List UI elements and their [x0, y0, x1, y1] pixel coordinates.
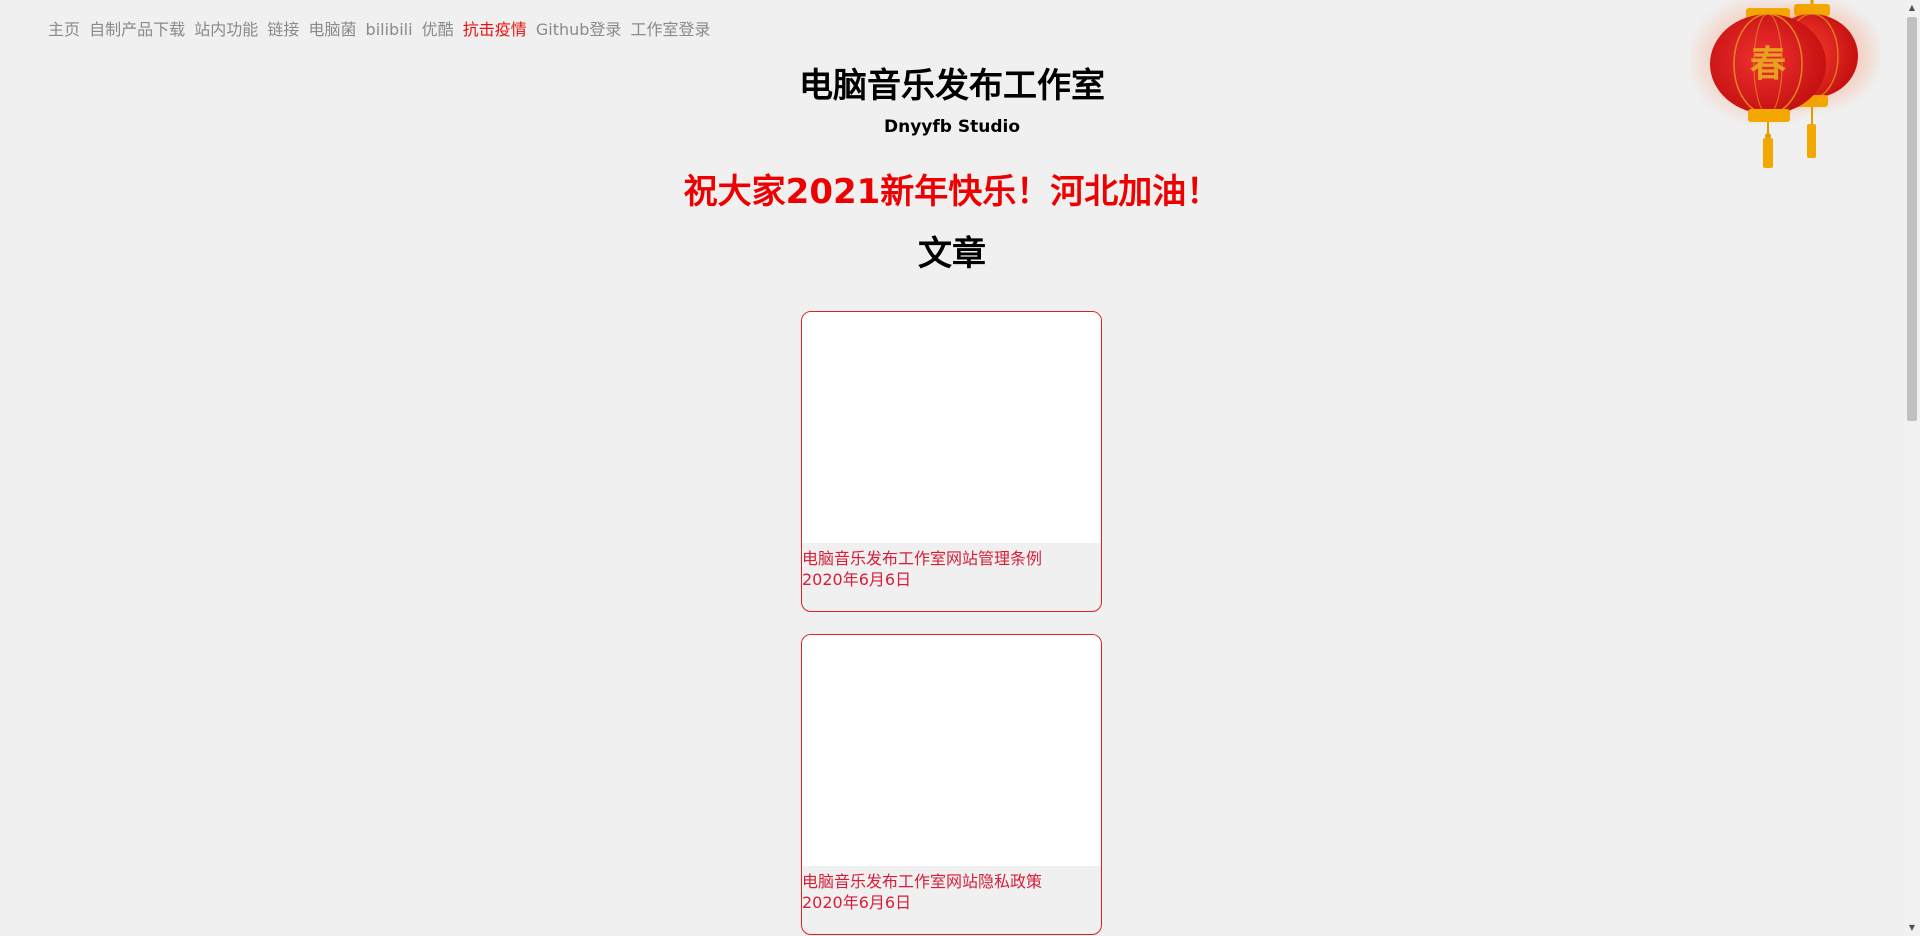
top-nav: 主页 自制产品下载 站内功能 链接 电脑菌 bilibili 优酷 抗击疫情 G…	[48, 16, 715, 40]
scroll-down-icon[interactable]: ▼	[1904, 920, 1920, 936]
page-scrollbar[interactable]: ▲ ▼	[1904, 0, 1920, 936]
article-title[interactable]: 电脑音乐发布工作室网站管理条例	[802, 548, 1101, 569]
page: 主页 自制产品下载 站内功能 链接 电脑菌 bilibili 优酷 抗击疫情 G…	[0, 0, 1920, 936]
nav-link-downloads[interactable]: 自制产品下载	[89, 20, 185, 39]
articles-section-title: 文章	[918, 234, 986, 274]
article-card[interactable]: 电脑音乐发布工作室网站管理条例 2020年6月6日	[801, 311, 1102, 612]
nav-link-home[interactable]: 主页	[48, 20, 80, 39]
new-year-greeting: 祝大家2021新年快乐！河北加油！	[683, 172, 1221, 212]
nav-link-computer-bug[interactable]: 电脑菌	[308, 20, 356, 39]
nav-link-youku[interactable]: 优酷	[422, 20, 454, 39]
nav-link-studio-login[interactable]: 工作室登录	[631, 20, 711, 39]
article-card[interactable]: 电脑音乐发布工作室网站隐私政策 2020年6月6日	[801, 634, 1102, 935]
article-thumbnail[interactable]	[802, 635, 1101, 866]
article-date: 2020年6月6日	[802, 570, 912, 589]
article-date: 2020年6月6日	[802, 893, 912, 912]
lantern-character: 春	[1750, 43, 1786, 85]
lantern-icon: 春	[1686, 0, 1885, 168]
nav-link-features[interactable]: 站内功能	[194, 20, 258, 39]
scrollbar-thumb[interactable]	[1907, 17, 1917, 421]
site-subtitle: Dnyyfb Studio	[883, 117, 1020, 137]
nav-link-links[interactable]: 链接	[267, 20, 299, 39]
site-title: 电脑音乐发布工作室	[799, 66, 1105, 106]
nav-link-github-login[interactable]: Github登录	[536, 20, 622, 39]
scroll-up-icon[interactable]: ▲	[1904, 0, 1920, 16]
nav-link-bilibili[interactable]: bilibili	[366, 20, 413, 39]
article-thumbnail[interactable]	[802, 312, 1101, 543]
nav-link-covid[interactable]: 抗击疫情	[463, 20, 527, 39]
lantern-decoration: 春	[1686, 0, 1885, 175]
article-title[interactable]: 电脑音乐发布工作室网站隐私政策	[802, 871, 1101, 892]
